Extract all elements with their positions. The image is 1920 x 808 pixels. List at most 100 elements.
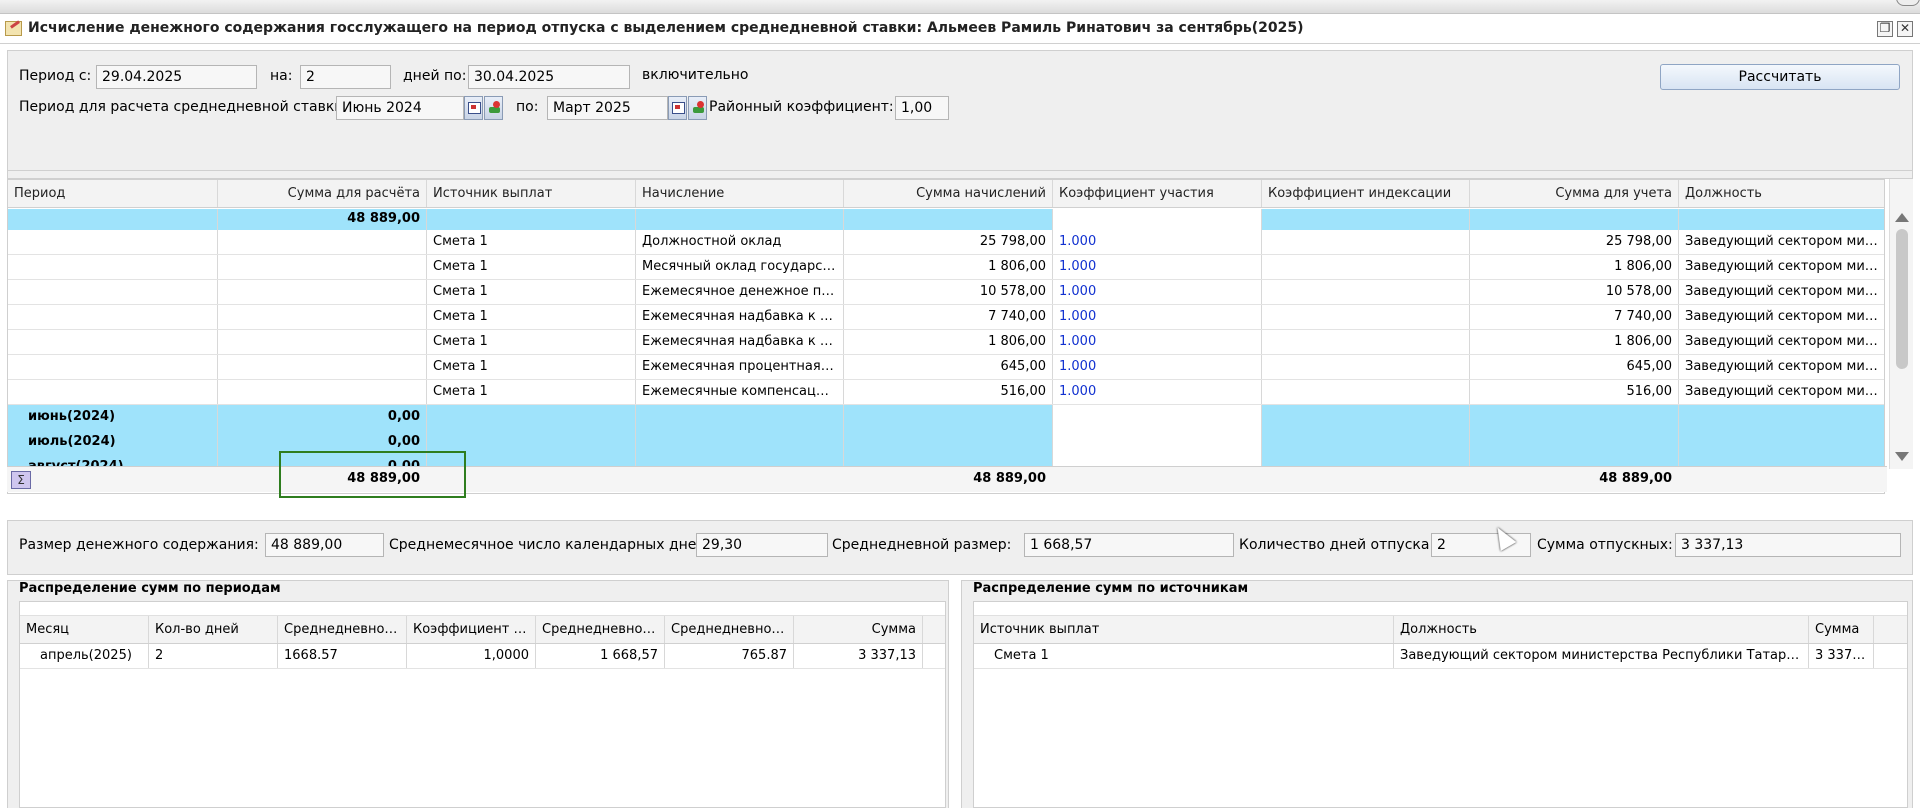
coef-label: Районный коэффициент: [709, 99, 894, 115]
coef-field[interactable]: 1,00 [895, 96, 949, 120]
salary-field[interactable]: 48 889,00 [265, 533, 384, 557]
col-sum[interactable]: Сумма [1809, 616, 1874, 643]
calendar-icon[interactable] [464, 96, 483, 120]
col-source[interactable]: Источник выплат [427, 180, 636, 207]
table-cell: 0,00 [218, 405, 427, 430]
period-to-field[interactable]: 30.04.2025 [468, 65, 630, 89]
table-cell: 1 806,00 [844, 255, 1053, 279]
avg-days-field[interactable]: 29,30 [696, 533, 828, 557]
close-icon[interactable]: ✕ [1897, 21, 1913, 37]
vac-days-label: Количество дней отпуска: [1239, 537, 1435, 553]
table-cell: 10 578,00 [1470, 280, 1679, 304]
scroll-up-icon[interactable] [1895, 213, 1909, 222]
group-row[interactable]: июнь(2024) 0,00 [8, 405, 1884, 430]
table-row[interactable]: 48 889,00 [8, 209, 1884, 230]
daily-label: Среднедневной размер: [832, 537, 1012, 553]
scroll-down-icon[interactable] [1895, 452, 1909, 461]
table-cell: 25 798,00 [1470, 230, 1679, 254]
table-cell: 7 740,00 [844, 305, 1053, 329]
table-cell [1053, 430, 1262, 455]
vac-sum-field[interactable]: 3 337,13 [1675, 533, 1901, 557]
table-cell [218, 355, 427, 379]
window-titlebar: Исчисление денежного содержания госслужа… [0, 14, 1920, 44]
col-daily[interactable]: Среднедневной размер [665, 616, 794, 643]
table-row[interactable]: Смета 1 Должностной оклад 25 798,00 1.000 25… [8, 230, 1884, 255]
table-cell [8, 230, 218, 254]
table-cell [8, 255, 218, 279]
table-cell [218, 255, 427, 279]
table-cell [1262, 355, 1470, 379]
periods-grid: Месяц Кол-во дней Среднедневной заработо… [19, 601, 946, 808]
table-cell [844, 405, 1053, 430]
to-label: по: [516, 99, 539, 115]
table-cell: Ежемесячные компенсационные выплаты [636, 380, 844, 404]
table-cell: 516,00 [844, 380, 1053, 404]
scroll-thumb[interactable] [1896, 229, 1908, 369]
table-cell: 645,00 [844, 355, 1053, 379]
sigma-icon[interactable]: Σ [11, 471, 31, 489]
col-sum-account[interactable]: Сумма для учета [1470, 180, 1679, 207]
highlight-box [279, 451, 466, 498]
table-row[interactable]: Смета 1Ежемесячная процентная надбавка64… [8, 355, 1884, 380]
table-cell [8, 280, 218, 304]
col-sum[interactable]: Сумма [794, 616, 923, 643]
table-cell [8, 305, 218, 329]
col-period[interactable]: Период [8, 180, 218, 207]
col-sum-calc[interactable]: Сумма для расчёта [218, 180, 427, 207]
col-accrual[interactable]: Начисление [636, 180, 844, 207]
table-cell [8, 380, 218, 404]
table-cell: 1.000 [1053, 330, 1262, 354]
avg-days-label: Среднемесячное число календарных дней: [389, 537, 711, 553]
calc-to-field[interactable]: Март 2025 [547, 96, 668, 120]
vac-sum-label: Сумма отпускных: [1537, 537, 1673, 553]
clear-date-icon[interactable] [484, 96, 503, 120]
table-cell: 1.000 [1053, 280, 1262, 304]
restore-icon[interactable]: ❐ [1877, 21, 1893, 37]
table-row[interactable]: Смета 1Ежемесячная надбавка к должностно… [8, 305, 1884, 330]
calendar-icon[interactable] [668, 96, 687, 120]
col-avg-idx[interactable]: Среднедневной заработок с индексацией [536, 616, 665, 643]
table-cell [636, 430, 844, 455]
table-cell: Заведующий сектором министерства Республ… [1679, 255, 1884, 279]
salary-label: Размер денежного содержания: [19, 537, 259, 553]
vac-days-field[interactable]: 2 [1431, 533, 1531, 557]
vertical-scrollbar[interactable] [1889, 179, 1913, 469]
table-row[interactable]: Смета 1Месячный оклад государственного г… [8, 255, 1884, 280]
col-avg[interactable]: Среднедневной заработок [278, 616, 407, 643]
period-from-label: Период с: [19, 68, 92, 84]
col-position[interactable]: Должность [1394, 616, 1809, 643]
calculate-button[interactable]: Рассчитать [1660, 64, 1900, 90]
table-cell: Ежемесячное денежное поощрение [636, 280, 844, 304]
table-cell [218, 280, 427, 304]
table-row[interactable]: Смета 1Ежемесячная надбавка к должностно… [8, 330, 1884, 355]
col-source[interactable]: Источник выплат [974, 616, 1394, 643]
table-cell: Заведующий сектором министерства Республ… [1679, 380, 1884, 404]
col-coef-part[interactable]: Коэффициент участия [1053, 180, 1262, 207]
table-row[interactable]: Смета 1Ежемесячное денежное поощрение10 … [8, 280, 1884, 305]
table-cell: Смета 1 [427, 305, 636, 329]
table-cell: июль(2024) [8, 430, 218, 455]
col-days[interactable]: Кол-во дней [149, 616, 278, 643]
table-cell: Заведующий сектором министерства Республ… [1679, 280, 1884, 304]
col-month[interactable]: Месяц [20, 616, 149, 643]
period-from-field[interactable]: 29.04.2025 [96, 65, 257, 89]
daily-field[interactable]: 1 668,57 [1024, 533, 1234, 557]
table-cell [1470, 405, 1679, 430]
table-row[interactable]: Смета 1 Заведующий сектором министерства… [974, 644, 1907, 669]
table-row[interactable]: Смета 1Ежемесячные компенсационные выпла… [8, 380, 1884, 405]
col-coef[interactable]: Коэффициент индексации [407, 616, 536, 643]
table-cell: Месячный оклад государственного гражданс… [636, 255, 844, 279]
table-row[interactable]: апрель(2025) 2 1668.57 1,0000 1 668,57 7… [20, 644, 945, 669]
table-cell: Ежемесячная надбавка к должностному окла… [636, 305, 844, 329]
calc-from-field[interactable]: Июнь 2024 [336, 96, 464, 120]
col-coef-index[interactable]: Коэффициент индексации [1262, 180, 1470, 207]
table-cell: 645,00 [1470, 355, 1679, 379]
col-amount[interactable]: Сумма начислений [844, 180, 1053, 207]
table-cell [844, 430, 1053, 455]
clear-date-icon[interactable] [688, 96, 707, 120]
table-cell [218, 330, 427, 354]
days-field[interactable]: 2 [300, 65, 391, 89]
col-position[interactable]: Должность [1679, 180, 1884, 207]
table-cell: Смета 1 [427, 380, 636, 404]
corner-icon [1896, 0, 1920, 6]
